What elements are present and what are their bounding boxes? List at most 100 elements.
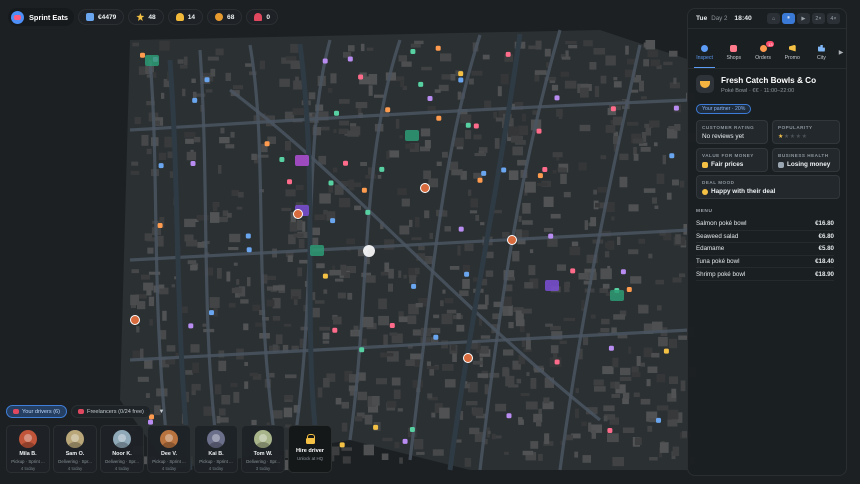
driver-card[interactable]: Dee V. Pickup · Sprint ... 4 today — [147, 425, 191, 473]
driver-today-count: 4 today — [20, 466, 36, 471]
popularity-stars: ★★★★★ — [778, 133, 807, 140]
pause-button[interactable]: ⏸ — [782, 13, 795, 24]
value-value: Fair prices — [711, 161, 744, 168]
driver-marker-icon — [130, 315, 140, 325]
speed-2x-button[interactable]: 2× — [812, 13, 825, 24]
shop-marker-icon — [322, 273, 328, 279]
shop-marker-icon — [148, 419, 153, 425]
inspect-icon — [701, 44, 709, 52]
shop-marker-icon — [358, 74, 364, 80]
value-for-money-card: VALUE FOR MONEY Fair prices — [696, 148, 768, 172]
shop-marker-icon — [190, 161, 196, 166]
menu-row[interactable]: Seaweed salad €6.80 — [696, 231, 834, 244]
customer-rating-value: No reviews yet — [702, 133, 744, 140]
shop-marker-icon — [157, 223, 163, 228]
menu-list: Salmon poké bowl €16.80 Seaweed salad €6.80… — [696, 218, 834, 281]
game-screen: Sprint Eats €4479 48 14 68 0 Tue Day 2 1… — [0, 0, 860, 484]
shop-marker-icon — [245, 233, 251, 239]
star-icon: ★ — [801, 134, 808, 140]
driver-name: Tom W. — [253, 451, 273, 457]
tab-orders-label: Orders — [755, 54, 771, 61]
home-speed-button[interactable]: ⌂ — [767, 13, 780, 24]
driver-name: Kai B. — [208, 451, 224, 457]
alerts-value: 0 — [266, 13, 271, 21]
driver-name: Mila B. — [19, 451, 37, 457]
tab-your-drivers[interactable]: Your drivers (6) — [6, 405, 68, 418]
shop-marker-icon — [279, 157, 285, 162]
shop-marker-icon — [536, 128, 542, 134]
selected-shop-marker — [363, 245, 375, 257]
tab-city[interactable]: City — [807, 37, 836, 68]
menu-row[interactable]: Salmon poké bowl €16.80 — [696, 218, 834, 231]
shop-marker-icon — [505, 51, 511, 57]
shop-marker-icon — [287, 179, 292, 185]
tab-city-label: City — [816, 54, 826, 61]
hire-driver-button[interactable]: Hire driver Unlock at HQ — [288, 425, 332, 473]
menu-row[interactable]: Edamame €5.80 — [696, 243, 834, 256]
driver-card[interactable]: Tom W. Delivering · Spr... 3 today — [241, 425, 285, 473]
driver-card[interactable]: Noor K. Delivering · Spr... 4 today — [100, 425, 144, 473]
shop-marker-icon — [465, 122, 471, 128]
customer-rating-label: CUSTOMER RATING — [702, 125, 755, 130]
driver-marker-icon — [293, 209, 303, 219]
shop-marker-icon — [389, 323, 395, 328]
menu-title: MENU — [696, 209, 713, 214]
shop-marker-icon — [458, 77, 464, 83]
speed-4x-button[interactable]: 4× — [827, 13, 840, 24]
shop-marker-icon — [188, 323, 194, 329]
tab-freelancers[interactable]: Freelancers (0/24 free) — [71, 405, 151, 418]
hire-driver-subtitle: Unlock at HQ — [296, 456, 324, 461]
shop-marker-icon — [343, 160, 348, 166]
coins-stat[interactable]: 68 — [207, 9, 243, 25]
tab-promo-label: Promo — [784, 54, 800, 61]
shop-marker-icon — [542, 167, 548, 172]
shop-marker-icon — [385, 107, 391, 113]
tab-orders[interactable]: 13 Orders — [748, 37, 777, 68]
shop-marker-icon — [379, 166, 385, 172]
driver-card[interactable]: Kai B. Pickup · Sprint ... 4 today — [194, 425, 238, 473]
alerts-stat[interactable]: 0 — [246, 9, 279, 25]
driver-avatar — [160, 430, 178, 448]
smile-icon — [702, 188, 708, 195]
driver-avatar — [254, 430, 272, 448]
hire-driver-title: Hire driver — [296, 448, 324, 454]
shop-marker-icon — [410, 49, 416, 54]
shop-marker-icon — [501, 167, 507, 173]
shop-marker-icon — [328, 180, 334, 186]
shop-marker-icon — [209, 310, 214, 316]
shop-marker-icon — [436, 115, 442, 121]
play-button[interactable]: ▶ — [797, 13, 810, 24]
tab-inspect[interactable]: Inspect — [690, 37, 719, 68]
health-label: BUSINESS HEALTH — [778, 153, 829, 158]
scooter-icon — [13, 409, 19, 414]
shop-marker-icon — [246, 247, 252, 253]
tabs-next-arrow-icon[interactable]: ▶ — [836, 37, 846, 68]
shop-marker-icon — [663, 348, 669, 354]
money-stat[interactable]: €4479 — [78, 9, 125, 25]
shop-marker-icon — [373, 424, 379, 430]
clock-day-number: Day 2 — [711, 15, 728, 22]
stars-stat[interactable]: 48 — [128, 9, 164, 25]
tab-promo[interactable]: Promo — [778, 37, 807, 68]
shop-marker-icon — [330, 218, 336, 224]
stars-value: 48 — [148, 13, 156, 21]
driver-card[interactable]: Mila B. Pickup · Sprint ... 4 today — [6, 425, 50, 473]
chart-down-icon — [778, 161, 784, 168]
chevron-down-icon[interactable]: ▼ — [155, 405, 168, 418]
driver-status: Delivering · Spr... — [105, 459, 139, 464]
driver-card[interactable]: Sam O. Delivering · Spr... 4 today — [53, 425, 97, 473]
shop-marker-icon — [477, 177, 483, 183]
trophy-icon — [175, 13, 184, 21]
reputation-stat[interactable]: 14 — [167, 9, 204, 25]
tab-shops[interactable]: Shops — [719, 37, 748, 68]
delivery-zone — [145, 55, 159, 66]
shop-marker-icon — [361, 187, 367, 193]
menu-row[interactable]: Shrimp poké bowl €18.90 — [696, 268, 834, 281]
menu-item-price: €5.80 — [818, 245, 834, 253]
scooter-logo-icon — [11, 10, 24, 24]
shop-marker-icon — [473, 123, 479, 129]
menu-row[interactable]: Tuna poké bowl €18.40 — [696, 256, 834, 269]
shop-marker-icon — [673, 105, 679, 111]
shop-marker-icon — [204, 77, 210, 83]
shop-icon — [730, 44, 738, 52]
